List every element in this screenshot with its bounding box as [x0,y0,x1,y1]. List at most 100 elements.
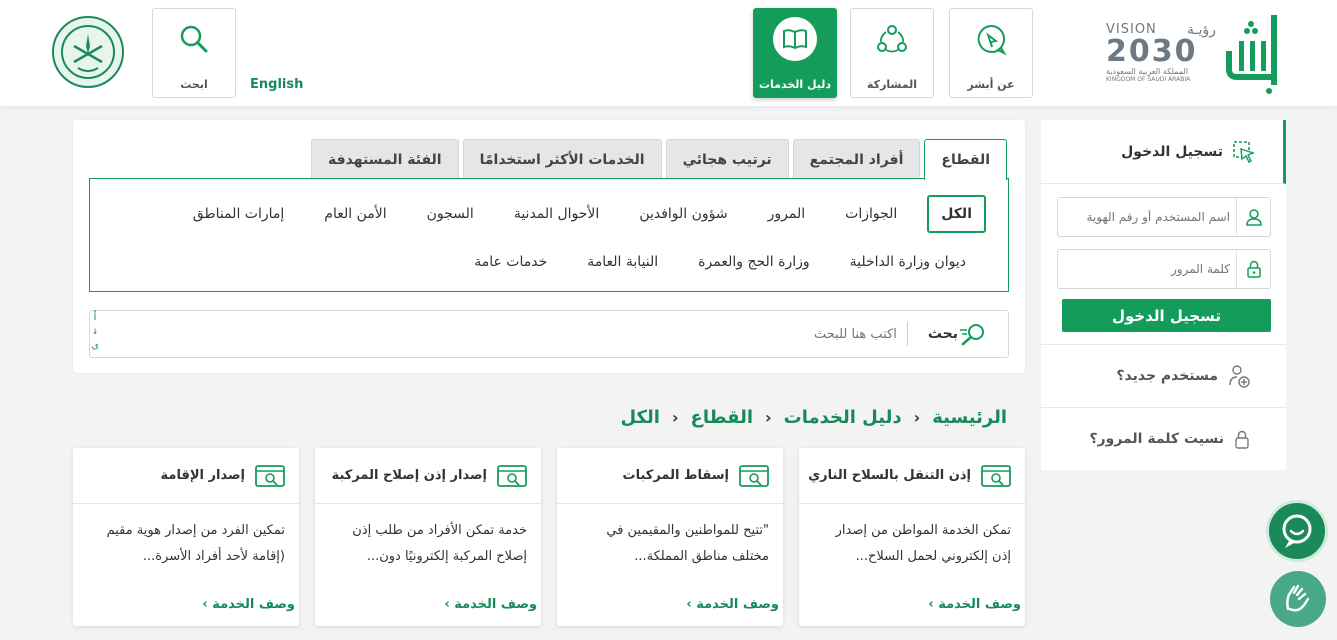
service-card[interactable]: إصدار الإقامة تمكين الفرد من إصدار هوية … [73,448,299,626]
login-header: تسجيل الدخول [1041,120,1286,184]
service-search-icon [739,464,769,488]
breadcrumb: الرئيسية › دليل الخدمات › القطاع › الكل [620,407,1007,428]
saudi-emblem-logo[interactable] [52,16,124,88]
new-user-text: مستخدم جديد؟ [1116,367,1218,384]
support-chat-button[interactable] [1266,500,1328,562]
search-input[interactable] [596,326,897,342]
service-card-header: إذن التنقل بالسلاح الناري [799,448,1025,504]
service-search-icon [255,464,285,488]
service-card[interactable]: إذن التنقل بالسلاح الناري تمكن الخدمة ال… [799,448,1025,626]
add-user-icon [1228,364,1250,388]
sector-chip[interactable]: ديوان وزارة الداخلية [830,243,986,281]
nav-tile-participation[interactable]: المشاركة [850,8,934,98]
sector-chip[interactable]: الأمن العام [304,195,406,233]
service-card[interactable]: إسقاط المركبات "تتيح للمواطنين والمقيمين… [557,448,783,626]
password-field [1057,249,1271,289]
username-input[interactable] [1066,210,1236,224]
share-icon [872,19,912,59]
login-title: تسجيل الدخول [1121,143,1223,160]
service-card-header: إصدار إذن إصلاح المركبة [315,448,541,504]
service-description-link[interactable]: وصف الخدمة › [686,597,779,612]
sector-chip[interactable]: الجوازات [825,195,917,233]
chat-bot-icon [1277,511,1317,551]
vision-ruya-text: رؤيـة [1186,22,1216,38]
service-card-header: إسقاط المركبات [557,448,783,504]
vision-en-text: KINGDOM OF SAUDI ARABIA [1106,76,1191,83]
sector-row: الكل الجوازات المرور شؤون الوافدين الأحو… [173,195,986,233]
vision-year-text: 2030 [1106,34,1198,69]
tab-target-group[interactable]: الفئة المستهدفة [311,139,459,179]
service-description-link[interactable]: وصف الخدمة › [202,597,295,612]
login-cursor-icon [1233,140,1255,163]
login-sidebar: تسجيل الدخول تسجيل الدخول مستخدم جديد؟ ن… [1041,120,1286,470]
service-card-title: إصدار الإقامة [160,468,245,483]
vision-2030-logo: VISION رؤيـة 2030 المملكة العربية السعود… [1106,22,1216,98]
tab-most-used[interactable]: الخدمات الأكثر استخدامًا [462,139,662,179]
site-header: ابحث English دليل الخدمات المشاركة عن أب… [0,0,1337,106]
breadcrumb-sector[interactable]: القطاع [691,407,753,428]
nav-tile-label: دليل الخدمات [758,78,832,91]
sector-chip[interactable]: المرور [748,195,826,233]
breadcrumb-separator: › [765,408,772,427]
service-card-description: تمكن الخدمة المواطن من إصدار إذن إلكترون… [835,523,1011,564]
service-search-icon [981,464,1011,488]
service-card-description: "تتيح للمواطنين والمقيمين في مختلف مناطق… [606,523,769,564]
book-icon [773,17,817,61]
user-icon [1236,198,1270,236]
search-icon [174,19,214,59]
breadcrumb-current: الكل [620,407,660,428]
sector-chip-all[interactable]: الكل [927,195,986,233]
service-description-link[interactable]: وصف الخدمة › [928,597,1021,612]
tab-alphabetical[interactable]: ترتيب هجائي [665,139,789,179]
keyboard-language-toggle[interactable]: أ ↓ ى [92,311,98,353]
tab-sector[interactable]: القطاع [924,139,1007,180]
vision-ar-text: المملكة العربية السعودية [1106,67,1189,76]
filter-tabs: القطاع أفراد المجتمع ترتيب هجائي الخدمات… [311,139,1007,180]
language-toggle-link[interactable]: English [250,77,303,92]
sector-chip[interactable]: الأحوال المدنية [494,195,620,233]
sign-language-button[interactable] [1270,571,1326,627]
nav-tile-services-guide[interactable]: دليل الخدمات [753,8,837,98]
login-button[interactable]: تسجيل الدخول [1062,299,1271,332]
lock-outline-icon [1234,429,1250,449]
breadcrumb-services-guide[interactable]: دليل الخدمات [784,407,902,428]
search-tile-label: ابحث [180,78,208,91]
search-divider [906,322,908,346]
breadcrumb-separator: › [671,408,679,427]
new-user-link[interactable]: مستخدم جديد؟ [1041,344,1286,406]
search-tile[interactable]: ابحث [152,8,236,98]
service-search-icon [497,464,527,488]
services-filter-card: القطاع أفراد المجتمع ترتيب هجائي الخدمات… [73,120,1025,373]
service-description-link[interactable]: وصف الخدمة › [444,597,537,612]
nav-tile-label: عن أبشر [967,78,1015,91]
service-card[interactable]: إصدار إذن إصلاح المركبة خدمة تمكن الأفرا… [315,448,541,626]
sector-chip-panel: الكل الجوازات المرور شؤون الوافدين الأحو… [89,178,1009,292]
sector-chip[interactable]: وزارة الحج والعمرة [678,243,829,281]
sector-chip[interactable]: إمارات المناطق [173,195,305,233]
sector-chip[interactable]: السجون [407,195,494,233]
service-search-bar: بحث أ ↓ ى [89,310,1009,358]
service-card-description: تمكين الفرد من إصدار هوية مقيم (إقامة لأ… [106,523,285,564]
username-field [1057,197,1271,237]
service-card-title: إصدار إذن إصلاح المركبة [331,468,487,483]
forgot-password-text: نسيت كلمة المرور؟ [1089,430,1224,447]
absher-logo[interactable] [1222,10,1284,96]
breadcrumb-separator: › [913,408,921,427]
service-card-description: خدمة تمكن الأفراد من طلب إذن إصلاح المرك… [352,523,527,564]
service-card-header: إصدار الإقامة [73,448,299,504]
nav-tile-label: المشاركة [867,78,917,91]
tab-community-members[interactable]: أفراد المجتمع [792,139,921,179]
service-card-title: إذن التنقل بالسلاح الناري [808,468,971,483]
sector-chip[interactable]: خدمات عامة [454,243,567,281]
search-label: بحث [927,326,958,342]
sector-chip[interactable]: شؤون الوافدين [619,195,747,233]
forgot-password-link[interactable]: نسيت كلمة المرور؟ [1041,407,1286,469]
password-input[interactable] [1066,262,1236,276]
sign-language-icon [1280,581,1316,617]
sector-chip[interactable]: النيابة العامة [567,243,678,281]
search-magnifier-icon[interactable] [958,322,988,346]
sector-row: ديوان وزارة الداخلية وزارة الحج والعمرة … [454,243,986,281]
nav-tile-about-absher[interactable]: عن أبشر [949,8,1033,98]
breadcrumb-home[interactable]: الرئيسية [932,407,1007,428]
lock-icon [1236,250,1270,288]
